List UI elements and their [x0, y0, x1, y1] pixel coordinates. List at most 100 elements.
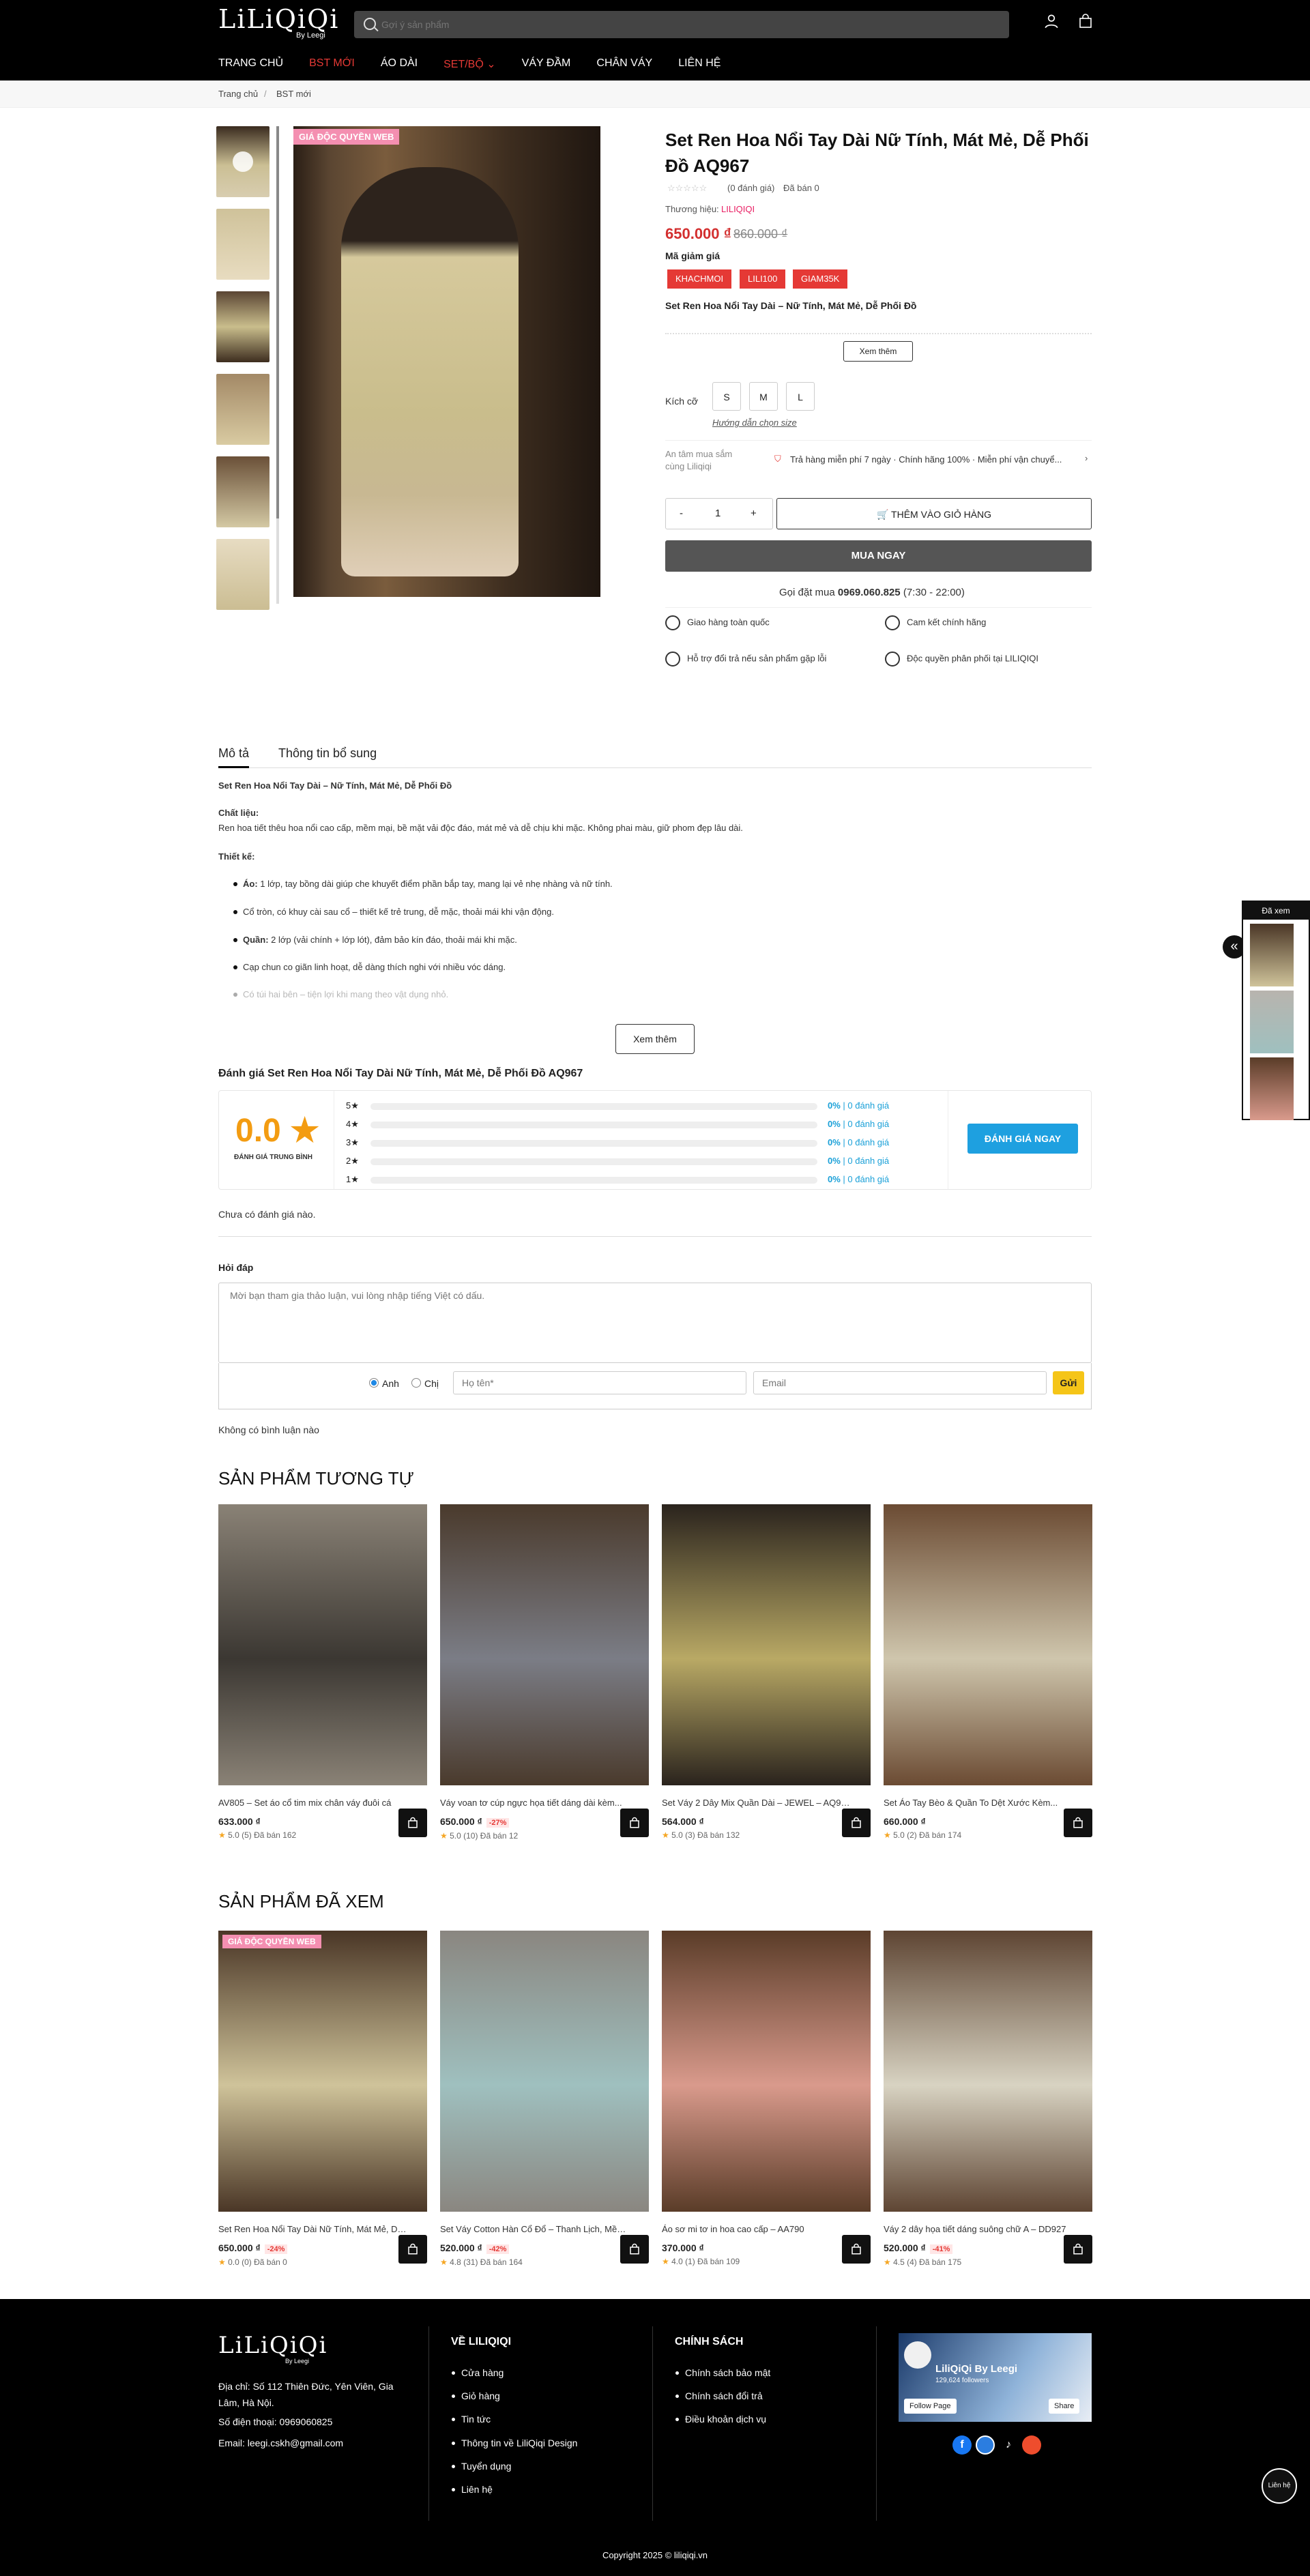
chat-button[interactable]: Liên hệ	[1262, 2468, 1297, 2504]
footer-link[interactable]: Giỏ hàng	[452, 2390, 500, 2401]
add-to-cart-icon[interactable]	[398, 1809, 427, 1837]
size-m[interactable]: M	[749, 382, 778, 411]
product-card[interactable]: Váy 2 dây họa tiết dáng suông chữ A – DD…	[884, 1931, 1092, 2267]
scrollbar-thumb[interactable]	[276, 126, 279, 518]
thumbnail-2[interactable]	[216, 209, 270, 280]
nav-home[interactable]: TRANG CHỦ	[218, 57, 283, 71]
product-card[interactable]: Váy voan tơ cúp ngực họa tiết dáng dài k…	[440, 1504, 649, 1841]
add-to-cart-icon[interactable]	[398, 2235, 427, 2264]
tiktok-icon[interactable]: ♪	[999, 2435, 1018, 2455]
size-guide-link[interactable]: Hướng dẫn chọn size	[712, 418, 797, 428]
brand-link[interactable]: LILIQIQI	[721, 204, 755, 214]
product-name[interactable]: AV805 – Set áo cổ tim mix chân váy đuôi …	[218, 1798, 407, 1808]
play-icon[interactable]	[233, 151, 253, 172]
add-to-cart-icon[interactable]	[620, 2235, 649, 2264]
product-card[interactable]: Set Váy Cotton Hàn Cổ Đổ – Thanh Lịch, M…	[440, 1931, 649, 2267]
tab-description[interactable]: Mô tả	[218, 746, 250, 768]
footer-link[interactable]: Liên hệ	[452, 2484, 493, 2495]
search-input[interactable]	[381, 11, 995, 38]
search-bar[interactable]	[354, 11, 1009, 38]
cart-icon[interactable]	[1075, 12, 1096, 33]
product-name[interactable]: Váy 2 dây họa tiết dáng suông chữ A – DD…	[884, 2224, 1072, 2234]
product-name[interactable]: Set Áo Tay Bèo & Quần To Dệt Xước Kèm...	[884, 1798, 1072, 1808]
product-image[interactable]	[218, 1931, 427, 2212]
add-to-cart-icon[interactable]	[1064, 2235, 1092, 2264]
coupon-khachmoi[interactable]: KHACHMOI	[667, 269, 732, 289]
thumbnail-video[interactable]	[216, 126, 270, 197]
nav-ao-dai[interactable]: ÁO DÀI	[381, 57, 418, 71]
fb-follow-button[interactable]: Follow Page	[904, 2399, 957, 2414]
rating-count[interactable]: (0 đánh giá)	[727, 183, 774, 193]
footer-link[interactable]: Chính sách đổi trả	[675, 2390, 763, 2401]
thumbnail-5[interactable]	[216, 456, 270, 527]
product-name[interactable]: Áo sơ mi tơ in hoa cao cấp – AA790	[662, 2224, 850, 2234]
fb-page-name[interactable]: LiliQiQi By Leegi	[935, 2363, 1017, 2375]
coupon-lili100[interactable]: LILI100	[740, 269, 786, 289]
qty-plus[interactable]: +	[751, 508, 757, 519]
product-card[interactable]: Set Áo Tay Bèo & Quần To Dệt Xước Kèm...…	[884, 1504, 1092, 1840]
see-more-button[interactable]: Xem thêm	[843, 341, 913, 362]
tab-additional-info[interactable]: Thông tin bổ sung	[278, 746, 377, 761]
product-image[interactable]	[218, 1504, 427, 1785]
product-card[interactable]: GIÁ ĐỘC QUYỀN WEB Set Ren Hoa Nổi Tay Dài…	[218, 1931, 427, 2267]
qty-value[interactable]: 1	[715, 508, 720, 519]
product-name[interactable]: Váy voan tơ cúp ngực họa tiết dáng dài k…	[440, 1798, 628, 1808]
recent-item[interactable]	[1250, 1057, 1294, 1120]
thumbnail-4[interactable]	[216, 374, 270, 445]
recent-item[interactable]	[1250, 991, 1294, 1053]
product-image[interactable]	[662, 1504, 871, 1785]
recent-item[interactable]	[1250, 924, 1294, 986]
footer-link[interactable]: Cửa hàng	[451, 2367, 504, 2378]
footer-link[interactable]: Chính sách bảo mật	[675, 2367, 770, 2378]
product-card[interactable]: Áo sơ mi tơ in hoa cao cấp – AA790 370.00…	[662, 1931, 871, 2266]
thumbnail-6[interactable]	[216, 539, 270, 610]
quantity-stepper[interactable]: - 1 +	[665, 498, 773, 529]
thumbnail-3[interactable]	[216, 291, 270, 362]
size-s[interactable]: S	[712, 382, 741, 411]
breadcrumb-current[interactable]: BST mới	[276, 89, 311, 99]
add-to-cart-icon[interactable]	[842, 2235, 871, 2264]
size-l[interactable]: L	[786, 382, 815, 411]
nav-contact[interactable]: LIÊN HỆ	[678, 57, 720, 71]
main-product-image[interactable]	[293, 126, 600, 597]
product-name[interactable]: Set Váy 2 Dây Mix Quần Dài – JEWEL – AQ9…	[662, 1798, 850, 1808]
nav-set-bo[interactable]: SET/BỘ ⌄	[443, 57, 496, 71]
facebook-page-widget[interactable]: LiliQiQi By Leegi 129,624 followers Foll…	[899, 2333, 1092, 2422]
assurance-text[interactable]: Trả hàng miễn phí 7 ngày · Chính hãng 10…	[790, 454, 1062, 465]
breadcrumb-home[interactable]: Trang chủ	[218, 89, 258, 99]
send-button[interactable]: Gửi	[1053, 1371, 1084, 1394]
chevron-right-icon[interactable]: ›	[1085, 453, 1088, 463]
email-field[interactable]	[753, 1371, 1047, 1394]
product-name[interactable]: Set Ren Hoa Nổi Tay Dài Nữ Tính, Mát Mẻ,…	[218, 2224, 407, 2234]
nav-dresses[interactable]: VÁY ĐẦM	[522, 57, 571, 71]
nav-new-collection[interactable]: BST MỚI	[309, 57, 355, 71]
shopee-icon[interactable]	[1022, 2435, 1041, 2455]
user-icon[interactable]	[1041, 12, 1062, 33]
thumbnail-scrollbar[interactable]	[276, 126, 279, 604]
product-image[interactable]	[884, 1504, 1092, 1785]
add-to-cart-icon[interactable]	[842, 1809, 871, 1837]
add-to-cart-button[interactable]: 🛒 THÊM VÀO GIỎ HÀNG	[776, 498, 1092, 529]
coupon-giam35k[interactable]: GIAM35K	[793, 269, 848, 289]
footer-logo[interactable]: LiLiQiQi	[218, 2332, 328, 2359]
footer-link[interactable]: Thông tin về LiliQiqi Design	[451, 2438, 577, 2448]
qty-minus[interactable]: -	[680, 508, 683, 519]
buy-now-button[interactable]: MUA NGAY	[665, 540, 1092, 572]
footer-link[interactable]: Điều khoản dịch vụ	[675, 2414, 766, 2425]
footer-link[interactable]: Tin tức	[451, 2414, 491, 2425]
hotline-number[interactable]: 0969.060.825	[838, 587, 901, 598]
product-card[interactable]: Set Váy 2 Dây Mix Quần Dài – JEWEL – AQ9…	[662, 1504, 871, 1840]
product-image[interactable]	[440, 1931, 649, 2212]
site-logo[interactable]: LiLiQiQi	[218, 4, 339, 34]
name-field[interactable]	[453, 1371, 746, 1394]
qa-textarea[interactable]	[218, 1283, 1092, 1363]
footer-link[interactable]: Tuyển dụng	[451, 2461, 511, 2472]
rate-now-button[interactable]: ĐÁNH GIÁ NGAY	[967, 1124, 1078, 1154]
description-see-more[interactable]: Xem thêm	[615, 1024, 695, 1054]
search-icon[interactable]	[364, 18, 376, 30]
product-image[interactable]	[440, 1504, 649, 1785]
add-to-cart-icon[interactable]	[620, 1809, 649, 1837]
product-image[interactable]	[884, 1931, 1092, 2212]
radio-anh[interactable]: Anh	[369, 1378, 399, 1389]
instagram-icon[interactable]	[976, 2435, 995, 2455]
